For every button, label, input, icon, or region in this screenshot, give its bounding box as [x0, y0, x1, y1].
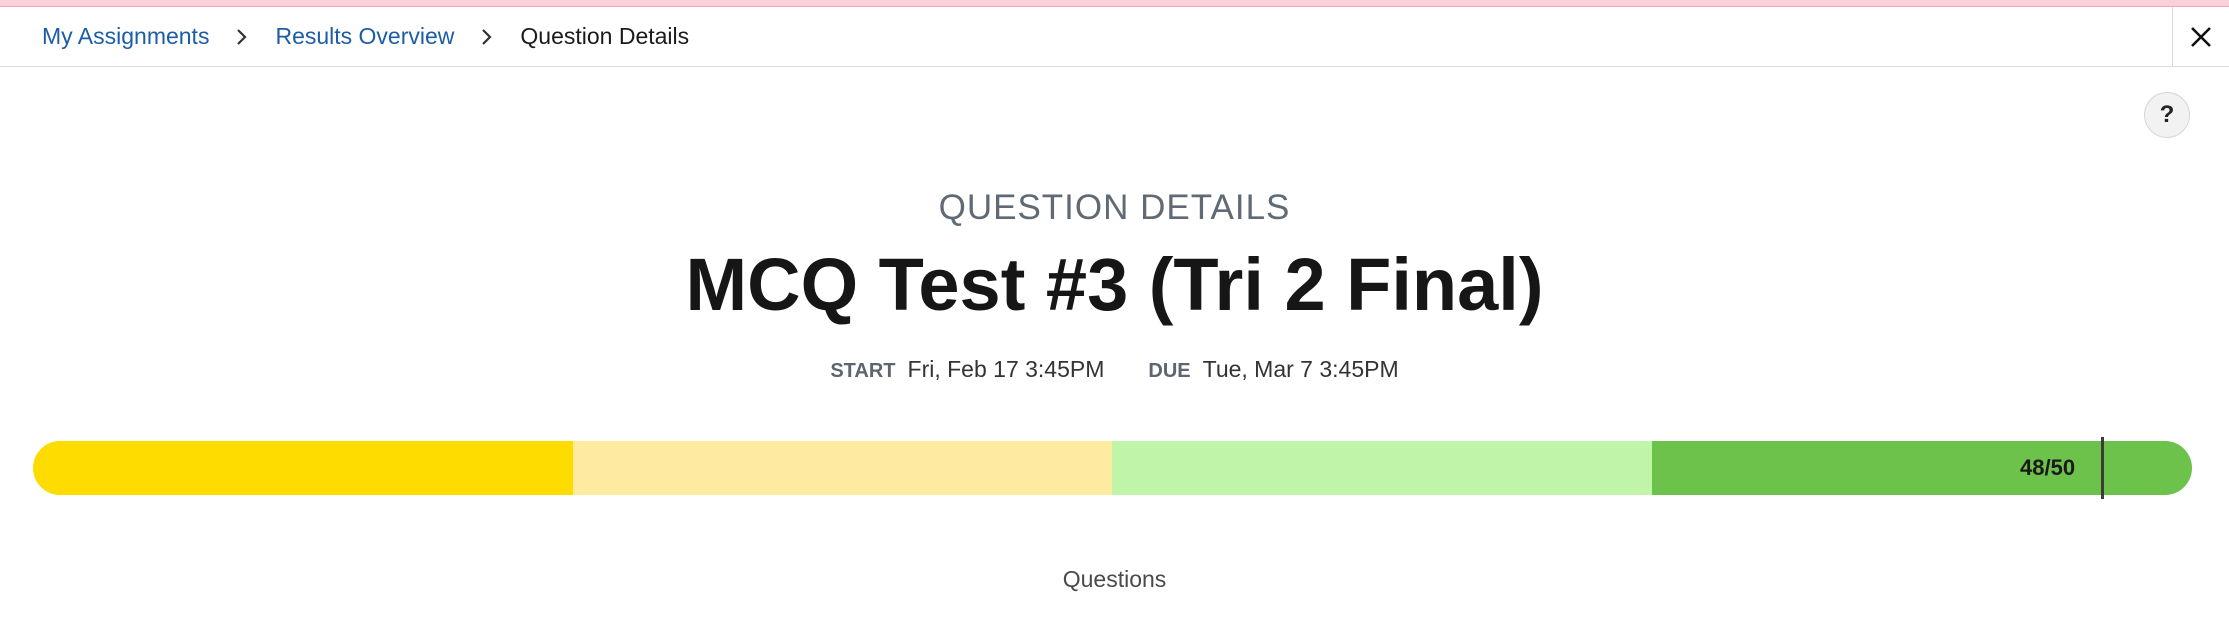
start-label: START — [830, 360, 896, 382]
score-band-1 — [33, 441, 573, 495]
score-band-4 — [1652, 441, 2192, 495]
due-date: Tue, Mar 7 3:45PM — [1202, 356, 1399, 382]
assignment-title: MCQ Test #3 (Tri 2 Final) — [685, 243, 1544, 326]
start-date: Fri, Feb 17 3:45PM — [907, 356, 1105, 382]
breadcrumb-results-overview[interactable]: Results Overview — [275, 23, 454, 50]
chevron-right-icon — [474, 28, 500, 46]
breadcrumb-my-assignments[interactable]: My Assignments — [42, 23, 209, 50]
score-band-2 — [573, 441, 1112, 495]
score-band-3 — [1112, 441, 1652, 495]
breadcrumb-bar: My Assignments Results Overview Question… — [0, 7, 2229, 67]
score-marker — [2101, 437, 2104, 499]
chevron-right-icon — [229, 28, 255, 46]
page-kicker: QUESTION DETAILS — [938, 188, 1291, 227]
help-button[interactable]: ? — [2144, 92, 2190, 138]
due-label: DUE — [1148, 360, 1191, 382]
breadcrumb-question-details: Question Details — [520, 23, 690, 49]
help-icon: ? — [2159, 101, 2175, 128]
close-icon — [2191, 26, 2211, 47]
score-label: 48/50 — [2020, 455, 2076, 480]
close-button[interactable] — [2172, 7, 2229, 66]
questions-section-label: Questions — [1062, 566, 1167, 592]
top-accent-bar — [0, 0, 2229, 7]
assignment-dates: START Fri, Feb 17 3:45PM DUE Tue, Mar 7 … — [0, 356, 2229, 383]
score-progress-bar — [33, 441, 2192, 495]
breadcrumb: My Assignments Results Overview Question… — [42, 7, 689, 66]
